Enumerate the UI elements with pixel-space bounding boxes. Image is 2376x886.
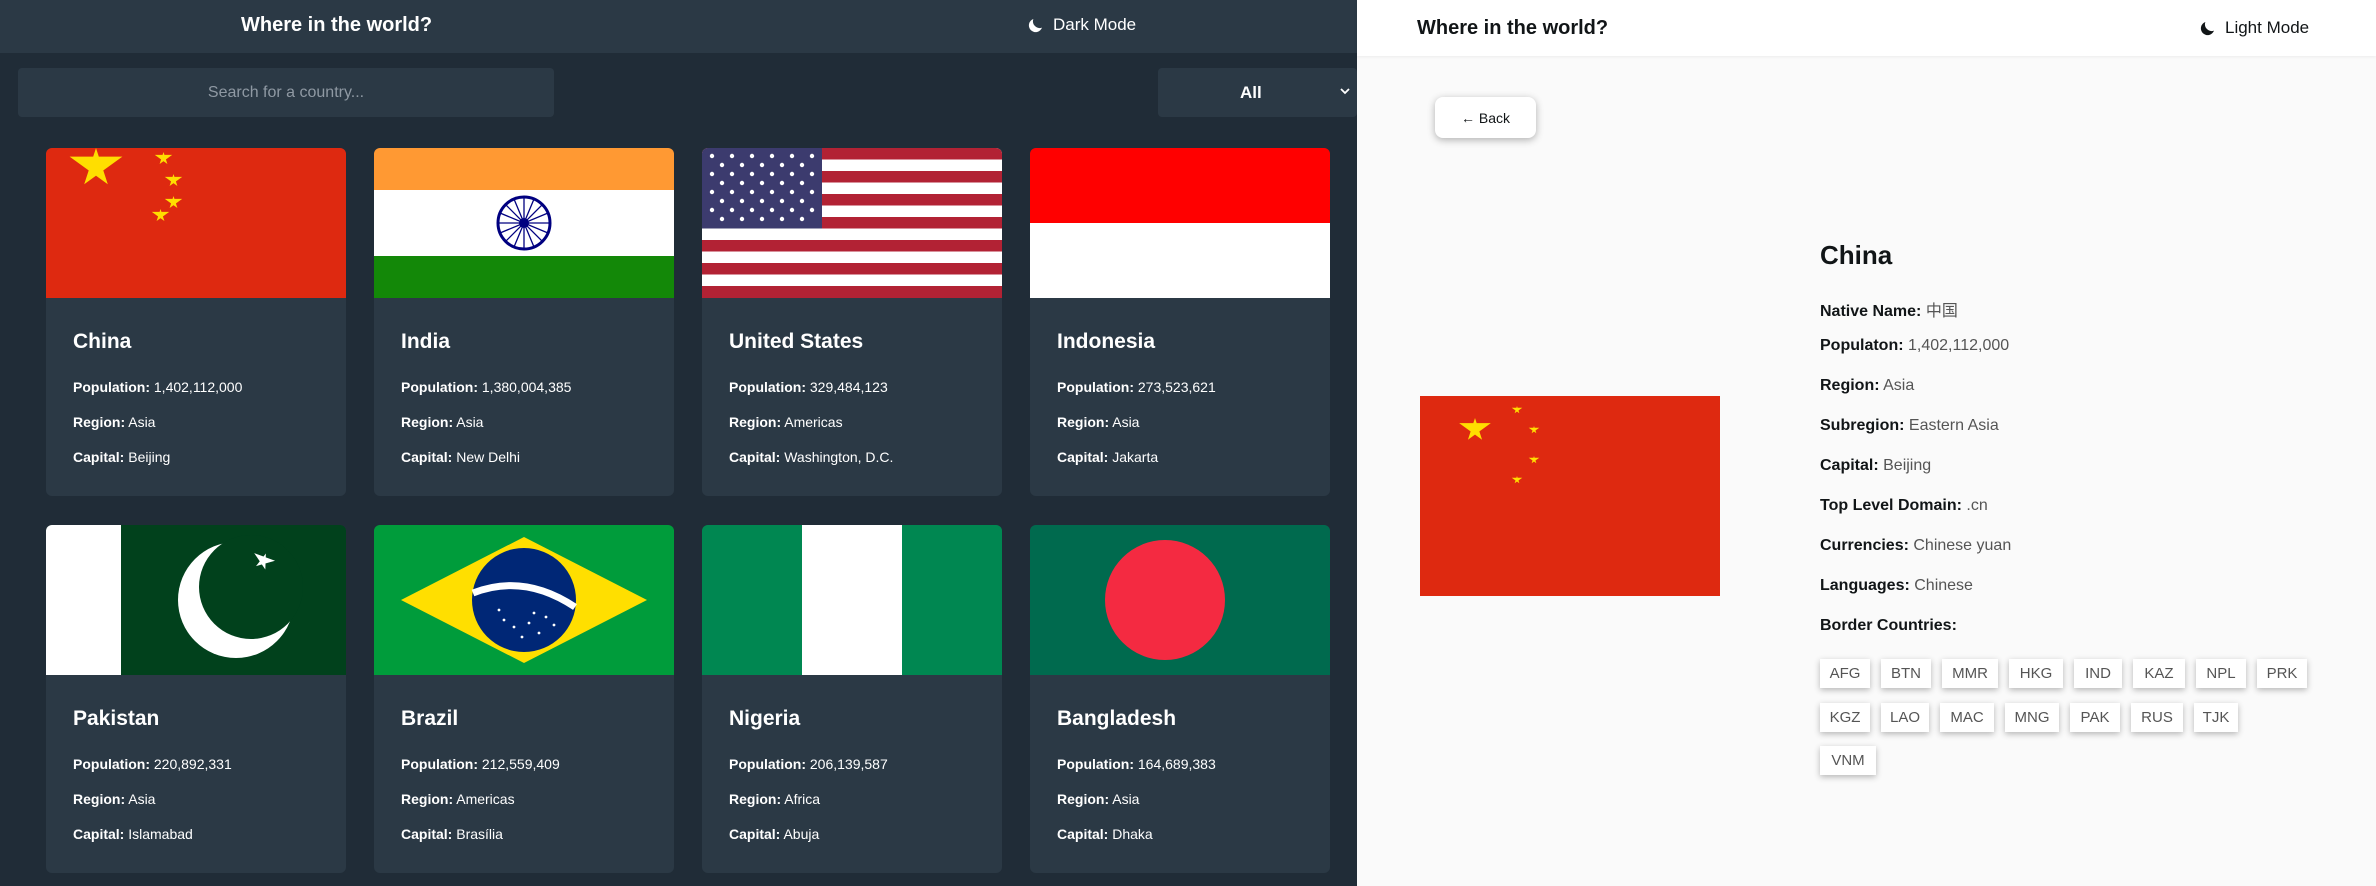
border-tag[interactable]: AFG bbox=[1820, 659, 1870, 688]
country-name: United States bbox=[729, 330, 864, 353]
pakistan-flag bbox=[46, 525, 346, 675]
border-tag[interactable]: HKG bbox=[2009, 659, 2063, 688]
bangladesh-flag bbox=[1030, 525, 1330, 675]
native-name-row: Native Name: 中国 bbox=[1820, 303, 1958, 320]
region-row: Region: Asia bbox=[401, 414, 484, 430]
country-card-bangladesh[interactable]: Bangladesh Population: 164,689,383 Regio… bbox=[1030, 525, 1330, 873]
subregion-row: Subregion: Eastern Asia bbox=[1820, 417, 1999, 434]
china-flag bbox=[1420, 396, 1720, 596]
region-row: Region: Asia bbox=[73, 414, 156, 430]
capital-row: Capital: Dhaka bbox=[1057, 826, 1153, 842]
country-name: India bbox=[401, 330, 451, 353]
population-row: Population: 329,484,123 bbox=[729, 379, 888, 395]
border-tag[interactable]: LAO bbox=[1881, 703, 1929, 732]
border-tag[interactable]: RUS bbox=[2131, 703, 2183, 732]
theme-toggle-label: Dark Mode bbox=[1053, 15, 1137, 34]
search-box bbox=[18, 68, 554, 117]
country-card-india[interactable]: India Population: 1,380,004,385 Region: … bbox=[374, 148, 674, 496]
region-filter-value: All bbox=[1240, 83, 1262, 102]
capital-row: Capital: Beijing bbox=[1820, 457, 1932, 474]
border-tag[interactable]: NPL bbox=[2196, 659, 2246, 688]
border-tag[interactable]: KAZ bbox=[2133, 659, 2185, 688]
border-tag[interactable]: TJK bbox=[2194, 703, 2238, 732]
border-tag[interactable]: MMR bbox=[1942, 659, 1998, 688]
country-name: Bangladesh bbox=[1057, 707, 1177, 730]
dark-mode-panel: Where in the world? Dark Mode All bbox=[0, 0, 1357, 886]
capital-row: Capital: New Delhi bbox=[401, 449, 521, 465]
country-name: Nigeria bbox=[729, 707, 801, 730]
indonesia-flag bbox=[1030, 148, 1330, 298]
country-card-indonesia[interactable]: Indonesia Population: 273,523,621 Region… bbox=[1030, 148, 1330, 496]
light-mode-panel: Where in the world? Light Mode ← Back Ch… bbox=[1357, 0, 2376, 886]
nigeria-flag bbox=[702, 525, 1002, 675]
border-tag[interactable]: MNG bbox=[2005, 703, 2059, 732]
chevron-down-icon bbox=[1340, 88, 1350, 95]
moon-icon bbox=[1028, 19, 1042, 33]
population-row: Population: 206,139,587 bbox=[729, 756, 888, 772]
app-title: Where in the world? bbox=[241, 14, 433, 36]
capital-row: Capital: Washington, D.C. bbox=[729, 449, 894, 465]
currencies-row: Currencies: Chinese yuan bbox=[1820, 537, 2012, 554]
country-card-pakistan[interactable]: Pakistan Population: 220,892,331 Region:… bbox=[46, 525, 346, 873]
tld-row: Top Level Domain: .cn bbox=[1820, 497, 1988, 514]
app-title: Where in the world? bbox=[1417, 17, 1609, 39]
theme-toggle-button[interactable]: Light Mode bbox=[2199, 18, 2309, 38]
border-tag[interactable]: PAK bbox=[2070, 703, 2120, 732]
search-input[interactable] bbox=[18, 68, 554, 117]
back-button[interactable]: ← Back bbox=[1435, 97, 1536, 138]
capital-row: Capital: Brasília bbox=[401, 826, 503, 842]
capital-row: Capital: Abuja bbox=[729, 826, 820, 842]
country-name: China bbox=[73, 330, 132, 353]
capital-row: Capital: Jakarta bbox=[1057, 449, 1159, 465]
languages-row: Languages: Chinese bbox=[1820, 577, 1973, 594]
brazil-flag bbox=[374, 525, 674, 675]
region-filter-select[interactable]: All bbox=[1158, 68, 1357, 117]
population-row: Population: 1,380,004,385 bbox=[401, 379, 572, 395]
population-row: Population: 212,559,409 bbox=[401, 756, 560, 772]
population-row: Population: 220,892,331 bbox=[73, 756, 232, 772]
population-row: Population: 273,523,621 bbox=[1057, 379, 1216, 395]
region-row: Region: Africa bbox=[729, 791, 821, 807]
population-row: Populaton: 1,402,112,000 bbox=[1820, 337, 2010, 354]
border-tag[interactable]: VNM bbox=[1820, 746, 1876, 775]
theme-toggle-label: Light Mode bbox=[2225, 18, 2310, 37]
dark-header: Where in the world? Dark Mode bbox=[0, 0, 1357, 53]
capital-row: Capital: Islamabad bbox=[73, 826, 193, 842]
region-row: Region: Asia bbox=[1820, 377, 1915, 394]
population-row: Population: 1,402,112,000 bbox=[73, 379, 243, 395]
light-header: Where in the world? Light Mode bbox=[1357, 0, 2376, 56]
region-row: Region: Asia bbox=[73, 791, 156, 807]
border-tag[interactable]: MAC bbox=[1940, 703, 1994, 732]
country-card-brazil[interactable]: Brazil Population: 212,559,409 Region: A… bbox=[374, 525, 674, 873]
country-name: Brazil bbox=[401, 707, 459, 730]
region-row: Region: Americas bbox=[401, 791, 515, 807]
capital-row: Capital: Beijing bbox=[73, 449, 171, 465]
country-name: Indonesia bbox=[1057, 330, 1156, 353]
country-card-united-states[interactable]: United States Population: 329,484,123 Re… bbox=[702, 148, 1002, 496]
border-tag[interactable]: KGZ bbox=[1820, 703, 1870, 732]
country-name: Pakistan bbox=[73, 707, 160, 730]
region-row: Region: Asia bbox=[1057, 414, 1140, 430]
border-countries-label: Border Countries: bbox=[1820, 617, 1957, 634]
country-name: China bbox=[1820, 240, 1893, 270]
population-row: Population: 164,689,383 bbox=[1057, 756, 1216, 772]
country-card-china[interactable]: China Population: 1,402,112,000 Region: … bbox=[46, 148, 346, 496]
country-card-nigeria[interactable]: Nigeria Population: 206,139,587 Region: … bbox=[702, 525, 1002, 873]
moon-icon bbox=[2200, 22, 2214, 36]
border-tag[interactable]: BTN bbox=[1881, 659, 1931, 688]
region-row: Region: Asia bbox=[1057, 791, 1140, 807]
border-tag[interactable]: PRK bbox=[2257, 659, 2307, 688]
china-flag bbox=[46, 148, 346, 298]
border-tag[interactable]: IND bbox=[2074, 659, 2122, 688]
india-flag bbox=[374, 148, 674, 298]
usa-flag bbox=[702, 148, 1002, 298]
theme-toggle-button[interactable]: Dark Mode bbox=[1027, 15, 1136, 35]
region-row: Region: Americas bbox=[729, 414, 843, 430]
